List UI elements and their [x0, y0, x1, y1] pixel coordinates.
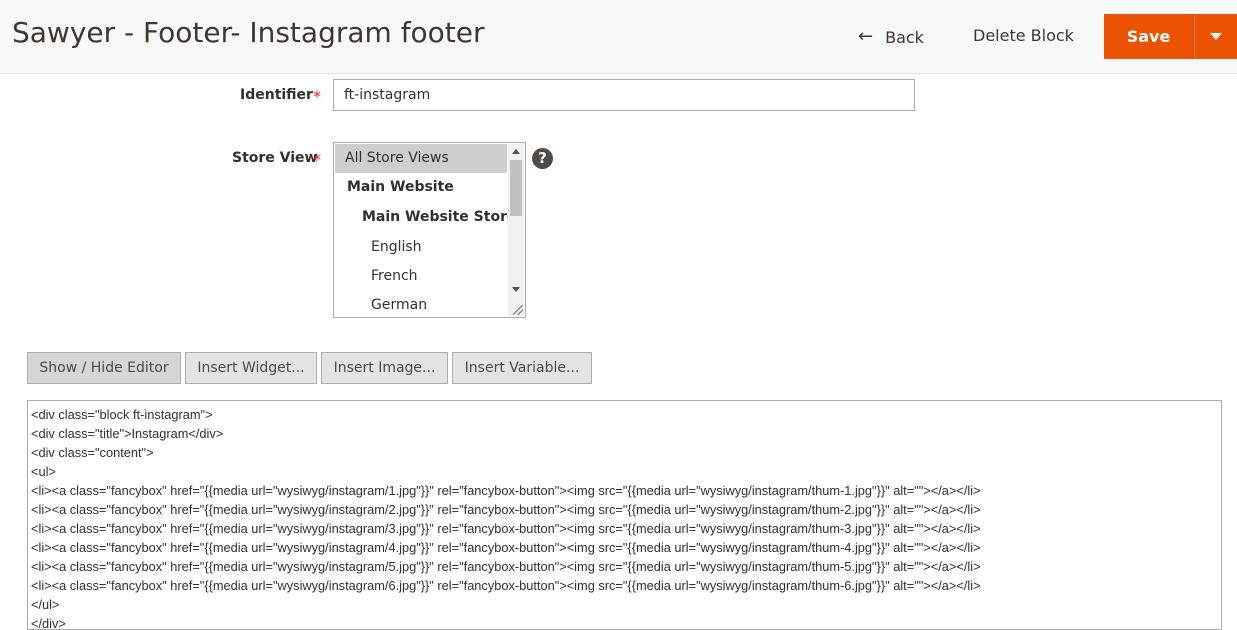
show-hide-editor-button[interactable]: Show / Hide Editor [27, 352, 181, 384]
back-button[interactable]: ← Back [858, 26, 924, 48]
code-line: <li><a class="fancybox" href="{{media ur… [31, 502, 981, 517]
code-line: <li><a class="fancybox" href="{{media ur… [31, 578, 981, 593]
save-options-toggle[interactable] [1194, 14, 1237, 59]
code-line: <ul> [31, 464, 56, 479]
identifier-label: Identifier [240, 87, 313, 103]
code-line: <li><a class="fancybox" href="{{media ur… [31, 540, 981, 555]
store-view-multiselect[interactable]: All Store Views Main Website Main Websit… [333, 142, 526, 318]
code-line: <div class="title">Instagram</div> [31, 426, 224, 441]
store-view-label: Store View [232, 150, 318, 166]
store-option-all[interactable]: All Store Views [335, 144, 507, 173]
code-line: <div class="block ft-instagram"> [31, 407, 213, 422]
save-split-button: Save [1104, 14, 1237, 59]
resize-grip-icon[interactable] [513, 305, 523, 315]
help-icon[interactable]: ? [532, 148, 553, 169]
code-line: <div class="content"> [31, 445, 154, 460]
insert-image-button[interactable]: Insert Image... [321, 352, 448, 384]
identifier-required-mark: * [313, 87, 321, 106]
code-line: </ul> [31, 597, 60, 612]
store-option-main-website-store[interactable]: Main Website Store [335, 203, 516, 232]
insert-variable-button[interactable]: Insert Variable... [452, 352, 592, 384]
store-view-required-mark: * [313, 150, 321, 169]
back-label: Back [885, 27, 924, 47]
store-option-french[interactable]: French [335, 262, 507, 291]
store-option-english[interactable]: English [335, 233, 507, 262]
multiselect-scrollbar[interactable] [508, 144, 524, 316]
insert-widget-button[interactable]: Insert Widget... [185, 352, 317, 384]
code-line: <li><a class="fancybox" href="{{media ur… [31, 559, 981, 574]
delete-block-button[interactable]: Delete Block [973, 26, 1074, 48]
content-textarea[interactable]: <div class="block ft-instagram"> <div cl… [27, 400, 1222, 630]
chevron-down-icon [1210, 33, 1222, 40]
code-line: <li><a class="fancybox" href="{{media ur… [31, 483, 981, 498]
code-line: </div> [31, 616, 66, 630]
page-title: Sawyer - Footer- Instagram footer [12, 16, 485, 49]
store-option-german[interactable]: German [335, 291, 507, 317]
page-header: Sawyer - Footer- Instagram footer ← Back… [0, 0, 1237, 74]
scrollbar-thumb[interactable] [510, 160, 522, 216]
scroll-up-icon[interactable] [512, 149, 520, 154]
scroll-down-icon[interactable] [512, 287, 520, 292]
arrow-left-icon: ← [858, 26, 874, 47]
store-option-main-website[interactable]: Main Website [335, 173, 507, 202]
identifier-input[interactable] [333, 79, 915, 111]
code-line: <li><a class="fancybox" href="{{media ur… [31, 521, 981, 536]
save-button[interactable]: Save [1104, 14, 1194, 59]
